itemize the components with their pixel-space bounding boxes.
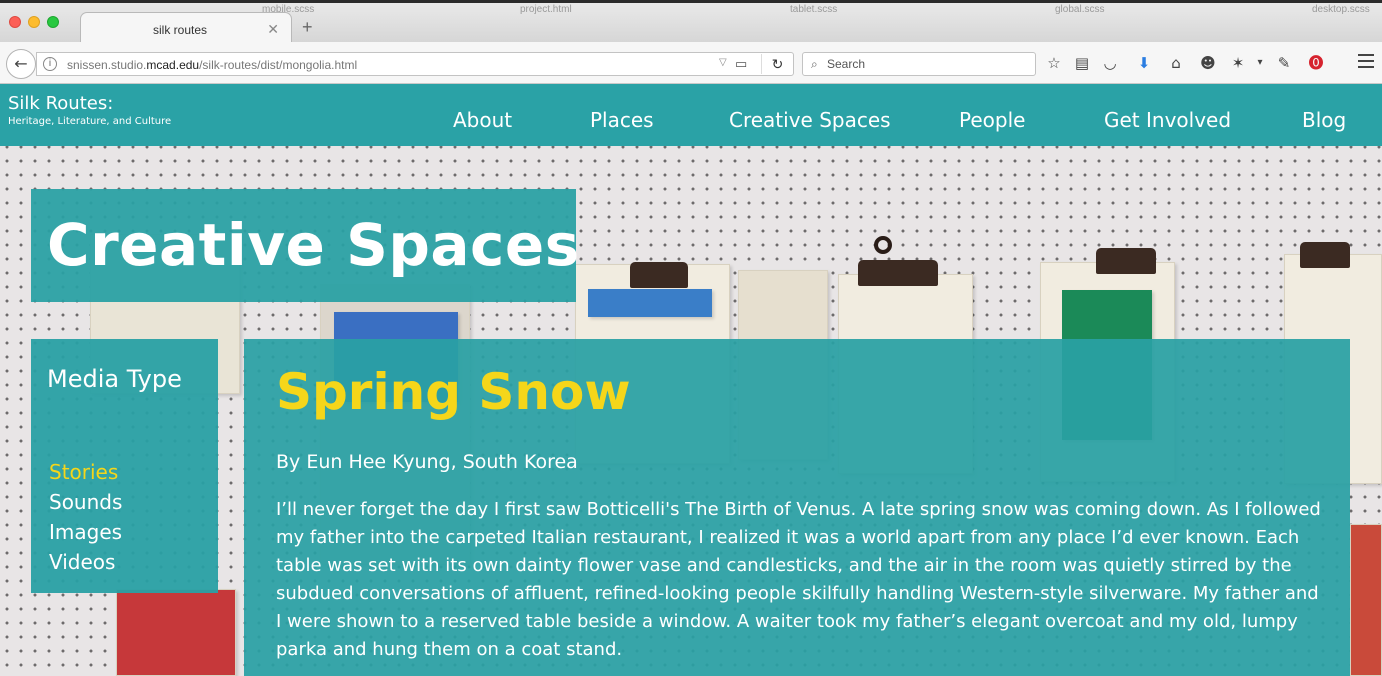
photo-card [588, 289, 712, 317]
page-title: Creative Spaces [47, 211, 580, 279]
clipboard-clip [874, 236, 892, 254]
nav-item-creative-spaces[interactable]: Creative Spaces [729, 108, 891, 132]
extension-icon[interactable]: ✶ [1228, 53, 1248, 73]
maximize-window-button[interactable] [47, 16, 59, 28]
sidebar-item-videos[interactable]: Videos [49, 549, 115, 575]
reload-icon: ↻ [771, 56, 784, 72]
browser-tab-active[interactable]: silk routes ✕ [80, 12, 292, 45]
photo-card [116, 589, 236, 676]
nav-item-places[interactable]: Places [590, 108, 654, 132]
hero-banner: Creative Spaces [31, 189, 579, 302]
background-tab-label: global.scss [1055, 4, 1105, 15]
site-header: Silk Routes: Heritage, Literature, and C… [0, 84, 1382, 146]
website-viewport: Silk Routes: Heritage, Literature, and C… [0, 84, 1382, 676]
article-byline: By Eun Hee Kyung, South Korea [276, 451, 578, 473]
search-bar[interactable]: ⌕ [802, 52, 1036, 76]
url-bar[interactable]: i snissen.studio.mcad.edu/silk-routes/di… [36, 52, 794, 76]
new-tab-button[interactable]: + [302, 18, 313, 36]
search-icon: ⌕ [811, 57, 818, 71]
url-prefix: snissen.studio. [67, 58, 147, 72]
pinterest-icon[interactable]: ⓿ [1306, 53, 1326, 73]
close-window-button[interactable] [9, 16, 21, 28]
background-tab-label: project.html [520, 4, 572, 15]
back-button[interactable]: ← [6, 49, 36, 79]
browser-titlebar: mobile.scss project.html tablet.scss glo… [0, 0, 1382, 45]
clipboard-clip [1096, 248, 1156, 274]
chevron-down-icon[interactable]: ▾ [1250, 53, 1270, 73]
reload-button[interactable]: ↻ [761, 54, 793, 74]
url-host: mcad.edu [146, 58, 200, 72]
article-body: I’ll never forget the day I first saw Bo… [276, 499, 1321, 660]
url-path: /silk-routes/dist/mongolia.html [199, 58, 358, 72]
sidebar-title: Media Type [47, 365, 182, 393]
clipboard-clip [1300, 242, 1350, 268]
minimize-window-button[interactable] [28, 16, 40, 28]
media-type-sidebar: Media Type Stories Sounds Images Videos [31, 339, 218, 593]
story-article: Spring Snow By Eun Hee Kyung, South Kore… [244, 339, 1350, 676]
background-tab-label: desktop.scss [1312, 4, 1370, 15]
close-tab-icon[interactable]: ✕ [267, 21, 279, 38]
nav-item-about[interactable]: About [453, 108, 512, 132]
url-text: snissen.studio.mcad.edu/silk-routes/dist… [67, 58, 357, 72]
nav-item-people[interactable]: People [959, 108, 1025, 132]
nav-item-blog[interactable]: Blog [1302, 108, 1346, 132]
arrow-left-icon: ← [14, 54, 28, 73]
clipboard-clip [858, 260, 938, 286]
logo-title[interactable]: Silk Routes: [8, 93, 113, 114]
home-icon[interactable]: ⌂ [1166, 53, 1186, 73]
logo-subtitle: Heritage, Literature, and Culture [8, 116, 172, 127]
article-title: Spring Snow [276, 363, 631, 421]
url-dropdown-icon[interactable]: ▽ [719, 57, 727, 68]
browser-navbar: ← i snissen.studio.mcad.edu/silk-routes/… [0, 42, 1382, 84]
nav-item-get-involved[interactable]: Get Involved [1104, 108, 1231, 132]
sidebar-item-sounds[interactable]: Sounds [49, 489, 122, 515]
info-icon[interactable]: i [43, 57, 57, 71]
bookmark-star-icon[interactable]: ☆ [1044, 53, 1064, 73]
pen-icon[interactable]: ✎ [1274, 53, 1294, 73]
clipboard-clip [630, 262, 688, 288]
sidebar-item-images[interactable]: Images [49, 519, 122, 545]
search-input[interactable] [827, 55, 1027, 73]
tab-title: silk routes [153, 23, 208, 37]
sidebar-item-stories[interactable]: Stories [49, 459, 118, 485]
pocket-icon[interactable]: ◡ [1100, 53, 1120, 73]
reader-view-icon[interactable]: ▭ [735, 56, 747, 72]
emoji-icon[interactable]: ☻ [1198, 53, 1218, 73]
reading-list-icon[interactable]: ▤ [1072, 53, 1092, 73]
menu-icon[interactable] [1358, 54, 1374, 68]
download-icon[interactable]: ⬇ [1134, 53, 1154, 73]
background-tab-label: tablet.scss [790, 4, 838, 15]
photo-card [1350, 524, 1382, 676]
